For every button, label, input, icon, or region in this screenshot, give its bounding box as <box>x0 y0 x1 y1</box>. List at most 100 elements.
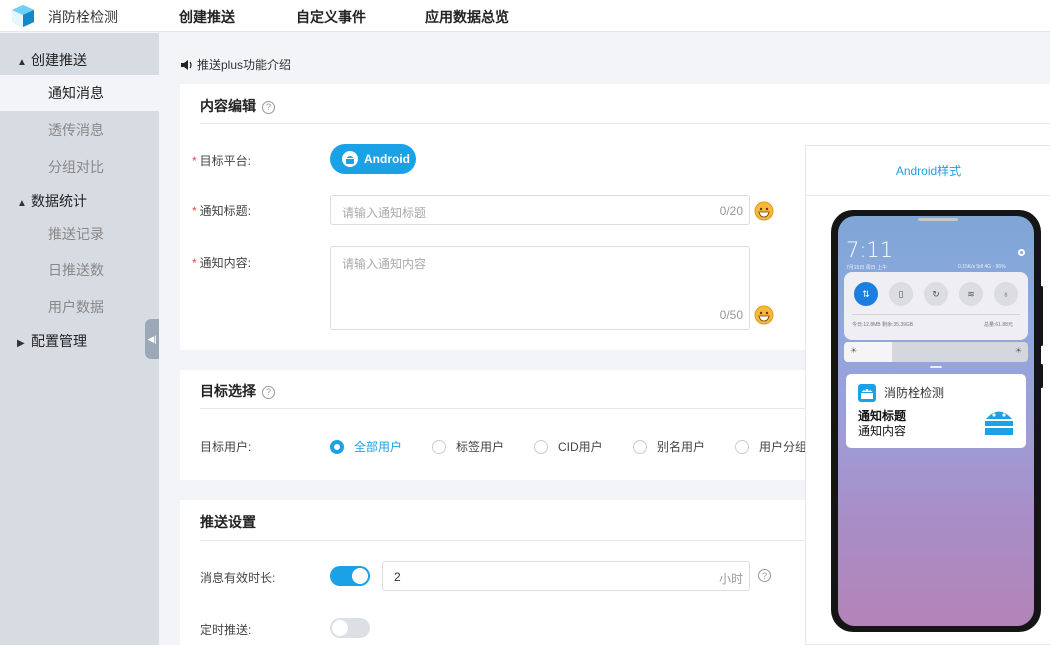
toggle-knob <box>352 568 368 584</box>
nav-create-push[interactable]: 创建推送 <box>179 7 235 27</box>
top-bar: 消防栓检测 创建推送 自定义事件 应用数据总览 <box>0 0 1050 32</box>
sidebar-group-config[interactable]: ▶ 配置管理 <box>0 328 159 354</box>
data-usage: 今日:12.8MB 剩余:35.39GB <box>852 322 914 328</box>
ttl-label: 消息有效时长: <box>200 571 276 585</box>
android-label: Android <box>364 152 410 166</box>
battery-icon: ▯ <box>889 282 913 306</box>
sidebar-item-passthrough[interactable]: 透传消息 <box>0 112 159 148</box>
sidebar: ▲ 创建推送 通知消息 透传消息 分组对比 ▲ 数据统计 推送记录 日推送数 用户数… <box>0 33 159 645</box>
notification-body: 通知内容 <box>858 424 907 438</box>
sidebar-group-label: 配置管理 <box>31 333 87 349</box>
radio-user-groups[interactable]: 用户分组 <box>735 438 807 455</box>
platform-label: * 目标平台: <box>192 152 251 169</box>
data-toggle-icon: ⇅ <box>854 282 878 306</box>
ttl-toggle[interactable] <box>330 566 370 586</box>
sidebar-item-ab-compare[interactable]: 分组对比 <box>0 149 159 185</box>
radio-label: 用户分组 <box>759 440 808 454</box>
sun-icon: ☀ <box>850 346 858 355</box>
flashlight-icon: ♁ <box>994 282 1018 306</box>
help-icon[interactable]: ? <box>758 569 771 582</box>
nav-data-overview[interactable]: 应用数据总览 <box>425 7 509 27</box>
title-placeholder: 请输入通知标题 <box>342 206 427 220</box>
help-icon[interactable]: ? <box>262 100 275 114</box>
radio-dot <box>633 439 647 454</box>
content-char-count: 0/50 <box>719 308 743 322</box>
section-title-content: 内容编辑? <box>200 96 275 116</box>
required-mark: * <box>192 256 197 270</box>
radio-alias-users[interactable]: 别名用户 <box>633 438 705 455</box>
sidebar-group-label: 创建推送 <box>31 52 87 68</box>
settings-gear-icon <box>1018 249 1025 256</box>
label-text: 目标平台: <box>199 154 252 168</box>
rotate-icon: ↻ <box>924 282 948 306</box>
section-title-settings: 推送设置 <box>200 514 256 530</box>
content-label: * 通知内容: <box>192 254 251 271</box>
caret-right-icon: ▶ <box>17 338 25 349</box>
radio-all-users[interactable]: 全部用户 <box>330 438 402 455</box>
preview-title: Android样式 <box>806 146 1050 196</box>
help-icon[interactable]: ? <box>262 385 275 399</box>
phone-clock: 7:11 <box>846 238 894 262</box>
sidebar-collapse-button[interactable]: ◀| <box>145 319 159 359</box>
required-mark: * <box>192 154 197 168</box>
sidebar-item-push-record[interactable]: 推送记录 <box>0 216 159 252</box>
schedule-toggle[interactable] <box>330 618 370 638</box>
intro-link[interactable]: 推送plus功能介绍 <box>180 56 291 73</box>
title-label: * 通知标题: <box>192 202 251 219</box>
phone-date: 7月15日 周日 上午 <box>846 265 888 271</box>
sidebar-item-daily-push[interactable]: 日推送数 <box>0 252 159 288</box>
label-text: 通知标题: <box>199 204 252 218</box>
sidebar-item-notify[interactable]: 通知消息 <box>0 75 159 111</box>
target-user-label: 目标用户: <box>200 440 252 454</box>
title-char-count: 0/20 <box>719 204 743 218</box>
android-platform-button[interactable]: Android <box>330 144 416 174</box>
ttl-value: 2 <box>394 570 401 584</box>
ttl-unit: 小时 <box>718 572 743 586</box>
section-title-text: 目标选择 <box>200 383 256 399</box>
notification-title-input[interactable]: 请输入通知标题 0/20 <box>330 195 750 225</box>
radio-label: CID用户 <box>558 440 603 454</box>
app-logo-cube-icon <box>12 5 34 27</box>
label-text: 通知内容: <box>199 256 252 270</box>
radio-dot <box>330 439 344 454</box>
divider <box>852 314 1020 315</box>
sidebar-group-statistics[interactable]: ▲ 数据统计 <box>0 188 159 214</box>
phone-notch <box>918 218 958 221</box>
radio-label: 别名用户 <box>657 440 706 454</box>
radio-label: 标签用户 <box>456 440 505 454</box>
radio-label: 全部用户 <box>354 440 403 454</box>
speaker-icon <box>181 60 192 70</box>
caret-up-icon: ▲ <box>17 198 27 209</box>
notification-app-name: 消防栓检测 <box>884 386 945 400</box>
drag-handle <box>930 366 942 368</box>
emoji-picker-icon[interactable] <box>754 305 774 325</box>
content-placeholder: 请输入通知内容 <box>342 257 427 271</box>
quick-settings-panel: ⇅ ▯ ↻ ≋ ♁ 今日:12.8MB 剩余:35.39GB 总量:61.88元 <box>844 272 1028 340</box>
intro-text: 推送plus功能介绍 <box>197 58 292 72</box>
ttl-input[interactable]: 2 小时 <box>382 561 750 591</box>
sidebar-group-create-push[interactable]: ▲ 创建推送 <box>0 47 159 73</box>
android-preview-panel: Android样式 7:11 7月15日 周日 上午 0.15K/s 5dl 4… <box>805 145 1050 645</box>
emoji-picker-icon[interactable] <box>754 201 774 221</box>
radio-dot <box>432 439 446 454</box>
android-robot-icon <box>985 411 1013 435</box>
schedule-label: 定时推送: <box>200 623 252 637</box>
nav-custom-events[interactable]: 自定义事件 <box>296 7 366 27</box>
sidebar-item-user-data[interactable]: 用户数据 <box>0 289 159 325</box>
radio-dot <box>534 439 548 454</box>
caret-up-icon: ▲ <box>17 57 27 68</box>
app-name: 消防栓检测 <box>48 9 118 25</box>
toggle-knob <box>332 620 348 636</box>
sidebar-group-label: 数据统计 <box>31 193 87 209</box>
radio-cid-users[interactable]: CID用户 <box>534 438 603 455</box>
radio-dot <box>735 439 749 454</box>
section-title-target: 目标选择? <box>200 381 275 401</box>
android-icon <box>342 151 358 167</box>
notification-content-textarea[interactable]: 请输入通知内容 0/50 <box>330 246 750 330</box>
notification-card: 消防栓检测 通知标题 通知内容 <box>846 374 1026 448</box>
section-title-text: 内容编辑 <box>200 98 256 114</box>
required-mark: * <box>192 204 197 218</box>
data-cost: 总量:61.88元 <box>984 322 1013 328</box>
radio-tag-users[interactable]: 标签用户 <box>432 438 504 455</box>
divider <box>200 123 1050 124</box>
